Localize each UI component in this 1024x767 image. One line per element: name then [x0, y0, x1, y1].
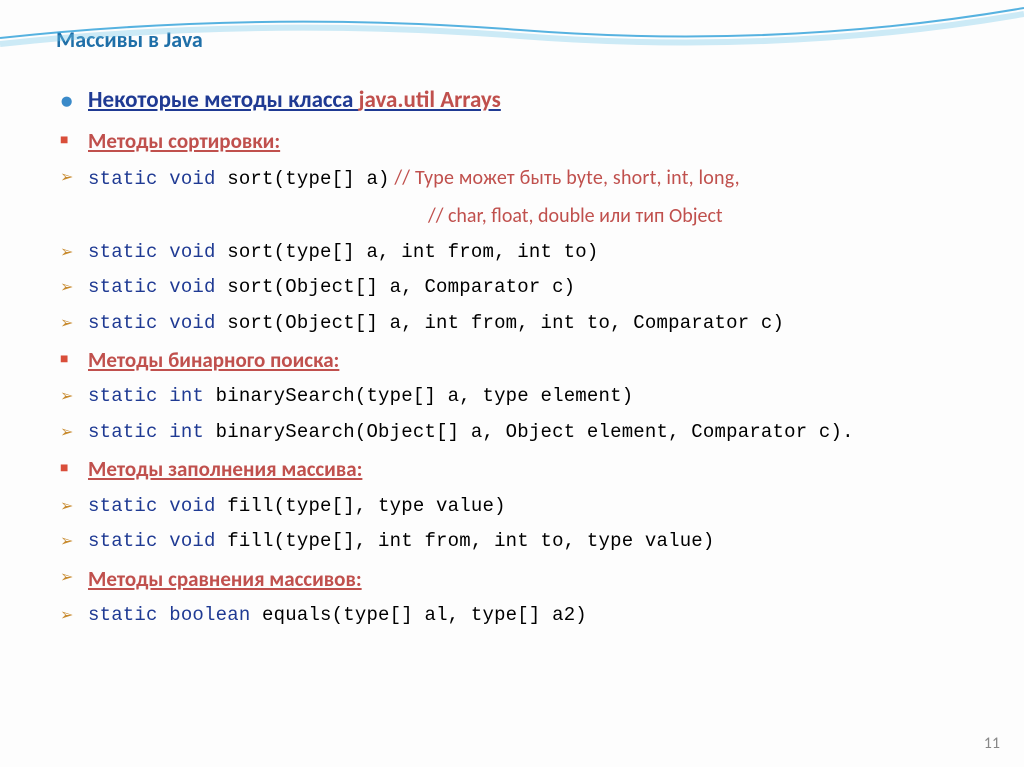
bullet-arrow-icon: ➢: [60, 309, 88, 337]
bullet-arrow-icon: ➢: [60, 163, 88, 191]
bullet-arrow-icon: ➢: [60, 273, 88, 301]
bullet-square-icon: ■: [60, 125, 88, 151]
heading-sort: Методы сортировки:: [88, 125, 984, 158]
heading-binary: Методы бинарного поиска:: [88, 344, 984, 377]
slide-body: ● Некоторые методы класса java.util Arra…: [60, 83, 984, 631]
code-sort-2: static void sort(type[] a, int from, int…: [88, 238, 984, 267]
bullet-square-icon: ■: [60, 344, 88, 370]
code-bin-1: static int binarySearch(type[] a, type e…: [88, 382, 984, 411]
slide-title: Массивы в Java: [56, 26, 984, 53]
bullet-arrow-icon: ➢: [60, 418, 88, 446]
code-sort-3: static void sort(Object[] a, Comparator …: [88, 273, 984, 302]
page-number: 11: [984, 734, 1000, 753]
code-bin-2: static int binarySearch(Object[] a, Obje…: [88, 418, 984, 447]
heading-main: Некоторые методы класса java.util Arrays: [88, 83, 984, 119]
bullet-arrow-icon: ➢: [60, 492, 88, 520]
code-fill-1: static void fill(type[], type value): [88, 492, 984, 521]
bullet-arrow-icon: ➢: [60, 527, 88, 555]
code-sort-1-comment2: // char, float, double или тип Object: [428, 201, 984, 232]
bullet-arrow-icon: ➢: [60, 563, 88, 591]
code-fill-2: static void fill(type[], int from, int t…: [88, 527, 984, 556]
bullet-disc-icon: ●: [60, 83, 88, 118]
code-eq-1: static boolean equals(type[] al, type[] …: [88, 601, 984, 630]
code-sort-4: static void sort(Object[] a, int from, i…: [88, 309, 984, 338]
bullet-arrow-icon: ➢: [60, 601, 88, 629]
code-sort-1: static void sort(type[] a) // Type может…: [88, 163, 984, 194]
bullet-square-icon: ■: [60, 453, 88, 479]
heading-fill: Методы заполнения массива:: [88, 453, 984, 486]
bullet-arrow-icon: ➢: [60, 382, 88, 410]
heading-equals: Методы сравнения массивов:: [88, 563, 984, 596]
bullet-arrow-icon: ➢: [60, 238, 88, 266]
